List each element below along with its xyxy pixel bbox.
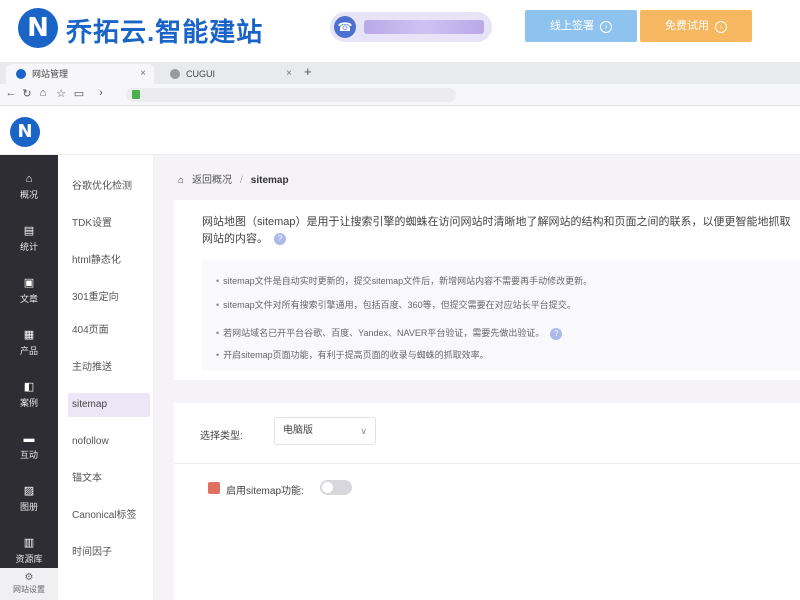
close-icon[interactable]: × xyxy=(140,64,146,84)
product-icon: ▦ xyxy=(23,329,35,341)
phone-icon: ☎ xyxy=(334,16,356,38)
reload-icon[interactable]: ↻ xyxy=(20,87,34,100)
tab-label: 网站管理 xyxy=(32,69,69,79)
notice-box: sitemap文件是自动实时更新的，提交sitemap文件后，新增网站内容不需要… xyxy=(202,260,800,370)
sitemap-toggle-label: 启用sitemap功能: xyxy=(226,486,304,497)
rail-label: 产品 xyxy=(19,346,38,356)
app-header: N xyxy=(0,107,800,155)
sitemap-toggle[interactable] xyxy=(320,480,352,495)
arrow-right-icon: › xyxy=(600,21,612,33)
submenu-item-push[interactable]: 主动推送 xyxy=(68,356,150,380)
breadcrumb-back[interactable]: 返回概况 xyxy=(192,175,232,186)
star-icon[interactable]: ☆ xyxy=(54,87,68,100)
rail-item-overview[interactable]: ⌂ 概况 xyxy=(0,165,58,215)
phone-number xyxy=(364,20,484,34)
favicon-icon xyxy=(170,69,180,79)
new-tab-button[interactable]: + xyxy=(304,64,312,79)
rail-label: 资源库 xyxy=(15,554,43,564)
home-icon[interactable]: ⌂ xyxy=(36,87,50,99)
toggle-knob xyxy=(322,482,333,493)
close-icon[interactable]: × xyxy=(286,64,292,84)
help-icon[interactable]: ? xyxy=(550,327,563,340)
seo-submenu: 谷歌优化检测 TDK设置 html静态化 301重定向 404页面 主动推送 s… xyxy=(58,155,154,600)
submenu-item-nofollow[interactable]: nofollow xyxy=(68,430,150,454)
url-field[interactable] xyxy=(126,88,456,102)
promo-banner: N 乔拓云.智能建站 ☎ 线上签署 › 免费试用 › xyxy=(0,0,800,58)
breadcrumb-separator: / xyxy=(240,175,243,186)
rail-label: 互动 xyxy=(19,450,38,460)
rail-label: 概况 xyxy=(19,190,38,200)
rail-label: 案例 xyxy=(19,398,38,408)
sidebar-icon[interactable]: ▭ xyxy=(72,87,86,100)
intro-card: 网站地图（sitemap）是用于让搜索引擎的蜘蛛在访问网站时清晰地了解网站的结构… xyxy=(174,200,800,380)
rail-item-gallery[interactable]: ▨ 图册 xyxy=(0,477,58,527)
sitemap-toggle-card: 启用sitemap功能: xyxy=(174,463,800,600)
notice-item: 若网站域名已开平台谷歌、百度、Yandex、NAVER平台验证，需要先做出验证。… xyxy=(216,326,563,340)
submenu-item-301[interactable]: 301重定向 xyxy=(68,286,150,310)
tab-label: CUGUI xyxy=(186,69,215,79)
settings-icon: ⚙ xyxy=(24,572,34,583)
resource-icon: ▥ xyxy=(23,537,35,549)
back-icon[interactable]: ← xyxy=(4,87,18,99)
submenu-item-google-check[interactable]: 谷歌优化检测 xyxy=(68,175,150,199)
help-icon[interactable]: ? xyxy=(274,233,286,246)
rail-item-cases[interactable]: ◧ 案例 xyxy=(0,373,58,423)
browser-tab-bar: 网站管理 × CUGUI × xyxy=(0,62,800,84)
submenu-item-canonical[interactable]: Canonical标签 xyxy=(68,504,150,528)
submenu-item-sitemap[interactable]: sitemap xyxy=(68,393,150,417)
notice-item: 开启sitemap页面功能，有利于提高页面的收录与蜘蛛的抓取效率。 xyxy=(216,348,489,361)
favicon-icon xyxy=(16,69,26,79)
notice-text: 若网站域名已开平台谷歌、百度、Yandex、NAVER平台验证，需要先做出验证。 xyxy=(223,328,545,338)
gallery-icon: ▨ xyxy=(23,485,35,497)
rail-item-products[interactable]: ▦ 产品 xyxy=(0,321,58,371)
rail-item-stats[interactable]: ▤ 统计 xyxy=(0,217,58,267)
type-select-label: 选择类型: xyxy=(200,431,243,442)
lock-icon xyxy=(132,90,140,99)
rail-item-site-settings[interactable]: ⚙ 网站设置 xyxy=(0,568,58,600)
submenu-item-html-static[interactable]: html静态化 xyxy=(68,249,150,273)
interact-icon: ▬ xyxy=(23,433,35,445)
rail-item-articles[interactable]: ▣ 文章 xyxy=(0,269,58,319)
rail-label: 文章 xyxy=(19,294,38,304)
case-icon: ◧ xyxy=(23,381,35,393)
rail-label: 统计 xyxy=(19,242,38,252)
rail-item-interact[interactable]: ▬ 互动 xyxy=(0,425,58,475)
type-select-value: 电脑版 xyxy=(283,425,313,436)
notice-item: sitemap文件是自动实时更新的，提交sitemap文件后，新增网站内容不需要… xyxy=(216,274,592,287)
intro-description: 网站地图（sitemap）是用于让搜索引擎的蜘蛛在访问网站时清晰地了解网站的结构… xyxy=(202,214,800,248)
intro-text: 网站地图（sitemap）是用于让搜索引擎的蜘蛛在访问网站时清晰地了解网站的结构… xyxy=(202,216,791,245)
online-sign-label: 线上签署 xyxy=(550,20,594,32)
main-content: ⌂ 返回概况 / sitemap 网站地图（sitemap）是用于让搜索引擎的蜘蛛在访… xyxy=(154,155,800,600)
phone-pill: ☎ xyxy=(330,12,492,42)
browser-tab-active[interactable]: 网站管理 × xyxy=(6,64,154,84)
article-icon: ▣ xyxy=(23,277,35,289)
submenu-item-anchor[interactable]: 锚文本 xyxy=(68,467,150,491)
free-trial-label: 免费试用 xyxy=(665,20,709,32)
brand-logo-icon: N xyxy=(18,8,58,48)
forward-icon[interactable]: › xyxy=(94,87,108,99)
chevron-down-icon: ∨ xyxy=(360,426,367,436)
submenu-item-time-factor[interactable]: 时间因子 xyxy=(68,541,150,565)
online-sign-button[interactable]: 线上签署 › xyxy=(525,10,637,42)
address-bar-row: ← ↻ ⌂ ☆ ▭ › xyxy=(0,84,800,106)
notice-item: sitemap文件对所有搜索引擎通用，包括百度、360等，但提交需要在对应站长平… xyxy=(216,298,576,311)
home-icon[interactable]: ⌂ xyxy=(178,175,188,186)
submenu-item-404[interactable]: 404页面 xyxy=(68,319,150,343)
submenu-item-tdk[interactable]: TDK设置 xyxy=(68,212,150,236)
type-select[interactable]: 电脑版 ∨ xyxy=(274,417,376,445)
rail-label: 网站设置 xyxy=(13,585,45,594)
arrow-right-icon: › xyxy=(715,21,727,33)
breadcrumb: ⌂ 返回概况 / sitemap xyxy=(178,171,289,186)
stats-icon: ▤ xyxy=(23,225,35,237)
sitemap-flag-icon xyxy=(208,482,220,494)
breadcrumb-current: sitemap xyxy=(250,175,289,186)
main-nav-rail: ⌂ 概况 ▤ 统计 ▣ 文章 ▦ 产品 ◧ 案例 ▬ 互动 ▨ 图册 ▥ 资源库 xyxy=(0,155,58,600)
app-logo-icon[interactable]: N xyxy=(10,117,40,147)
brand-name: 乔拓云.智能建站 xyxy=(66,17,264,47)
type-select-card: 选择类型: 电脑版 ∨ xyxy=(174,403,800,463)
free-trial-button[interactable]: 免费试用 › xyxy=(640,10,752,42)
rail-label: 图册 xyxy=(19,502,38,512)
browser-tab[interactable]: CUGUI × xyxy=(160,64,300,84)
home-icon: ⌂ xyxy=(25,173,33,185)
